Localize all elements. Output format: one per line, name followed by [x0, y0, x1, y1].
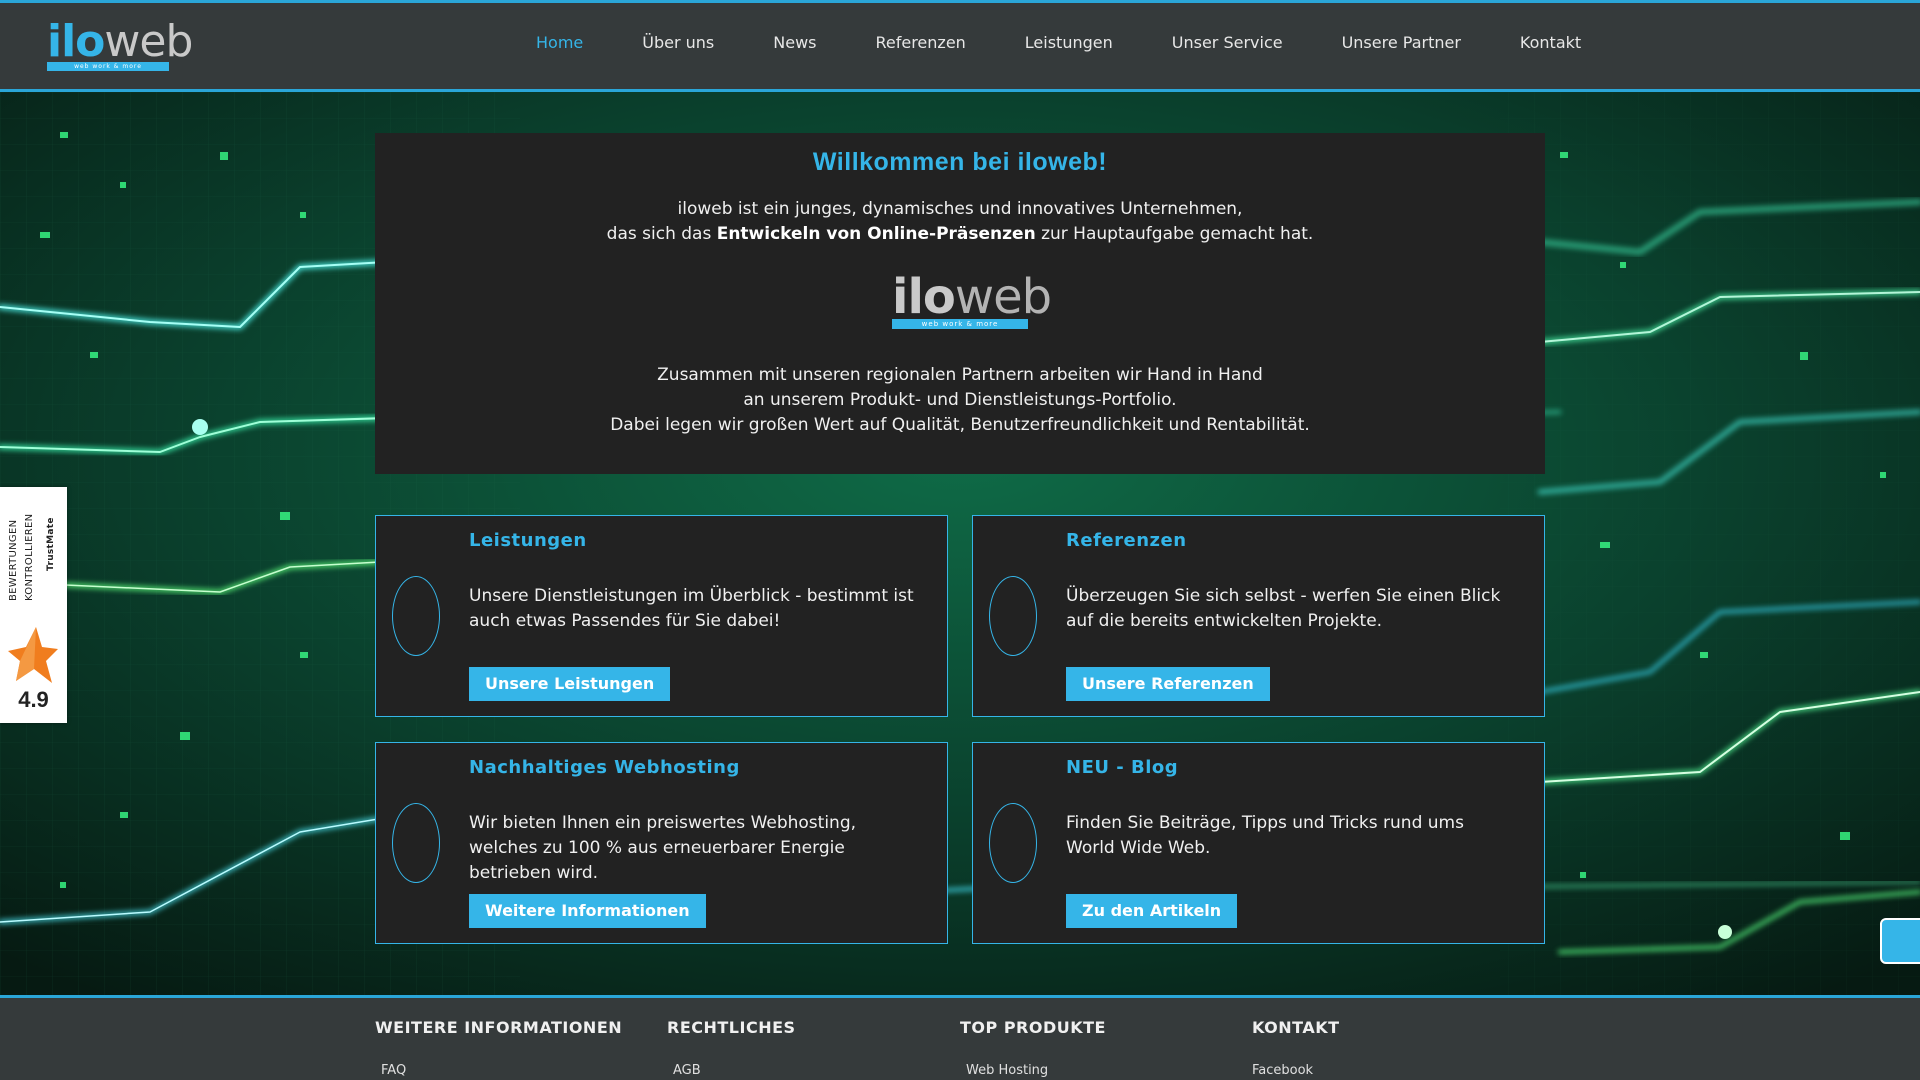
footer-heading: KONTAKT	[1252, 1018, 1340, 1037]
weitere-informationen-button[interactable]: Weitere Informationen	[469, 894, 706, 928]
welcome-line-2-bold: Entwickeln von Online-Präsenzen	[716, 224, 1036, 244]
nav-item-unsere-partner[interactable]: Unsere Partner	[1342, 33, 1461, 52]
card-title: Referenzen	[1066, 530, 1187, 551]
welcome-partner-text: Zusammen mit unseren regionalen Partnern…	[375, 363, 1545, 438]
center-logo-ilo: ilo	[892, 269, 956, 325]
footer-heading: WEITERE INFORMATIONEN	[375, 1018, 623, 1037]
footer-heading: RECHTLICHES	[667, 1018, 796, 1037]
footer-column-rechtliches: RECHTLICHES AGB	[667, 1018, 796, 1078]
site-footer: WEITERE INFORMATIONEN FAQ RECHTLICHES AG…	[0, 995, 1920, 1080]
main-nav: Home Über uns News Referenzen Leistungen…	[536, 33, 1581, 52]
footer-link-web-hosting[interactable]: Web Hosting	[966, 1063, 1106, 1078]
footer-heading: TOP PRODUKTE	[960, 1018, 1106, 1037]
nav-item-unser-service[interactable]: Unser Service	[1172, 33, 1283, 52]
trustmate-line-1: BEWERTUNGEN	[8, 519, 19, 601]
welcome-line-2-pre: das sich das	[606, 224, 717, 244]
nav-item-news[interactable]: News	[773, 33, 816, 52]
welcome-line-5: Dabei legen wir großen Wert auf Qualität…	[610, 415, 1310, 435]
footer-column-top-produkte: TOP PRODUKTE Web Hosting	[960, 1018, 1106, 1078]
welcome-line-1: iloweb ist ein junges, dynamisches und i…	[677, 199, 1243, 219]
card-icon-placeholder	[392, 803, 440, 883]
site-header: iloweb web work & more Home Über uns New…	[0, 0, 1920, 92]
card-title: Leistungen	[469, 530, 587, 551]
footer-link-agb[interactable]: AGB	[673, 1063, 796, 1078]
nav-item-kontakt[interactable]: Kontakt	[1520, 33, 1581, 52]
trustmate-brand: TrustMate	[46, 517, 56, 571]
iloweb-center-logo: iloweb web work & more	[892, 273, 1052, 329]
side-tab-button[interactable]	[1880, 918, 1920, 964]
welcome-intro: iloweb ist ein junges, dynamisches und i…	[375, 197, 1545, 247]
iloweb-logo[interactable]: iloweb web work & more	[47, 20, 193, 72]
card-text: Überzeugen Sie sich selbst - werfen Sie …	[1066, 586, 1501, 631]
card-webhosting: Nachhaltiges Webhosting Wir bieten Ihnen…	[375, 742, 948, 944]
logo-ilo: ilo	[47, 16, 105, 67]
card-title: Nachhaltiges Webhosting	[469, 757, 740, 778]
welcome-title: Willkommen bei iloweb!	[812, 148, 1108, 176]
card-icon-placeholder	[392, 576, 440, 656]
footer-link-facebook[interactable]: Facebook	[1252, 1063, 1340, 1078]
card-icon-placeholder	[989, 576, 1037, 656]
star-icon	[8, 627, 58, 683]
nav-item-referenzen[interactable]: Referenzen	[875, 33, 965, 52]
card-leistungen: Leistungen Unsere Dienstleistungen im Üb…	[375, 515, 948, 717]
unsere-leistungen-button[interactable]: Unsere Leistungen	[469, 667, 671, 701]
nav-item-ueber-uns[interactable]: Über uns	[642, 33, 714, 52]
nav-item-leistungen[interactable]: Leistungen	[1025, 33, 1113, 52]
welcome-line-2: das sich das Entwickeln von Online-Präse…	[375, 222, 1545, 247]
footer-column-kontakt: KONTAKT Facebook	[1252, 1018, 1340, 1078]
card-text: Unsere Dienstleistungen im Überblick - b…	[469, 586, 914, 631]
footer-column-weitere-informationen: WEITERE INFORMATIONEN FAQ	[375, 1018, 622, 1078]
nav-item-home[interactable]: Home	[536, 33, 583, 52]
card-blog: NEU - Blog Finden Sie Beiträge, Tipps un…	[972, 742, 1545, 944]
card-icon-placeholder	[989, 803, 1037, 883]
welcome-line-4: an unserem Produkt- und Dienstleistungs-…	[743, 390, 1177, 410]
center-logo-web: web	[954, 269, 1052, 325]
trustmate-widget[interactable]: BEWERTUNGEN KONTROLLIEREN TrustMate 4.9	[0, 487, 67, 723]
card-text: Wir bieten Ihnen ein preiswertes Webhost…	[469, 813, 857, 883]
welcome-line-3: Zusammen mit unseren regionalen Partnern…	[657, 365, 1263, 385]
card-title: NEU - Blog	[1066, 757, 1179, 778]
unsere-referenzen-button[interactable]: Unsere Referenzen	[1066, 667, 1270, 701]
trustmate-label: BEWERTUNGEN KONTROLLIEREN TrustMate	[6, 497, 62, 607]
welcome-line-2-post: zur Hauptaufgabe gemacht hat.	[1035, 224, 1314, 244]
zu-den-artikeln-button[interactable]: Zu den Artikeln	[1066, 894, 1238, 928]
card-referenzen: Referenzen Überzeugen Sie sich selbst - …	[972, 515, 1545, 717]
welcome-panel: Willkommen bei iloweb! iloweb ist ein ju…	[375, 133, 1545, 474]
logo-web: web	[104, 16, 193, 67]
trustmate-score: 4.9	[18, 687, 49, 712]
trustmate-line-2: KONTROLLIEREN	[24, 513, 35, 601]
footer-link-faq[interactable]: FAQ	[381, 1063, 622, 1078]
card-text: Finden Sie Beiträge, Tipps und Tricks ru…	[1066, 813, 1464, 858]
